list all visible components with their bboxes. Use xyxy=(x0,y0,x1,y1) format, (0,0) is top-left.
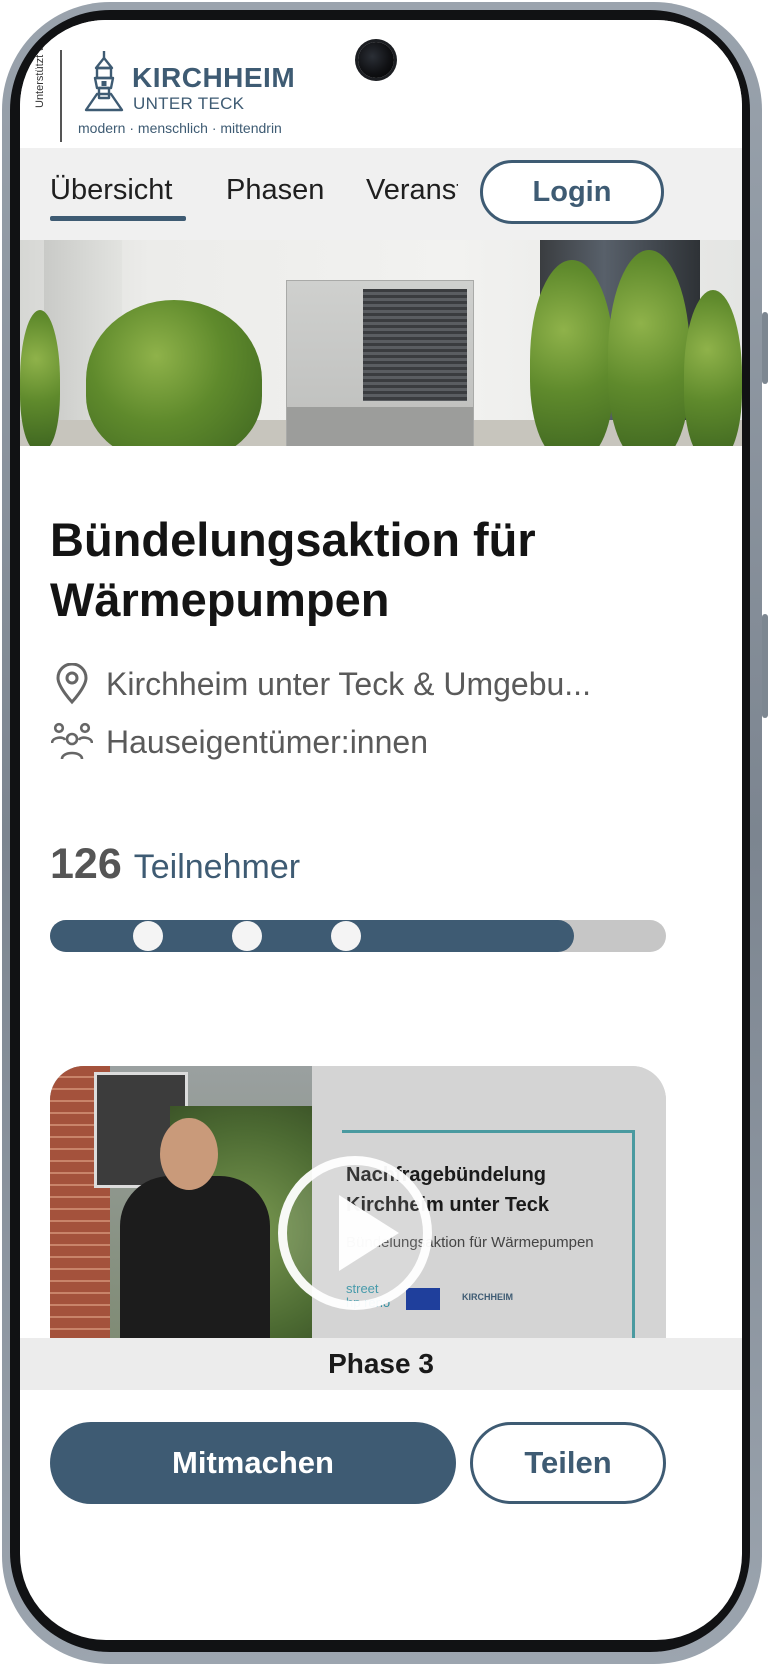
join-button[interactable]: Mitmachen xyxy=(50,1422,456,1504)
tab-phases[interactable]: Phasen xyxy=(226,174,324,207)
phase-marker xyxy=(133,921,163,951)
campaign-title: Bündelungsaktion für Wärmepumpen xyxy=(50,513,536,626)
tab-overview[interactable]: Übersicht xyxy=(50,174,173,207)
participants-count: 126 xyxy=(50,840,122,888)
bush-right-1 xyxy=(530,260,614,446)
map-pin-icon xyxy=(50,662,94,706)
login-button[interactable]: Login xyxy=(480,160,664,224)
location-row: Kirchheim unter Teck & Umgebu... xyxy=(50,662,591,706)
phase-label: Phase 3 xyxy=(20,1338,742,1390)
brand-tagline: modern · menschlich · mittendrin xyxy=(78,120,282,136)
slide-logo-kirchheim: KIRCHHEIM xyxy=(462,1292,513,1302)
heat-pump-grille xyxy=(363,289,467,401)
brand-name: KIRCHHEIM xyxy=(132,62,296,93)
video-photo xyxy=(50,1066,320,1356)
bush-left xyxy=(86,300,262,446)
video-person-head xyxy=(160,1118,218,1190)
volume-button xyxy=(762,312,768,384)
phone-frame: Unterstützt von KIRCHHEIM UNTER TECK mod… xyxy=(0,0,768,1670)
play-button[interactable] xyxy=(278,1156,432,1310)
brand-divider xyxy=(60,50,62,142)
participants-progress-bar xyxy=(50,920,666,952)
share-button[interactable]: Teilen xyxy=(470,1422,666,1504)
tab-bar: Übersicht Phasen Veranstaltungen Login xyxy=(20,148,742,240)
supported-by-label: Unterstützt von xyxy=(34,34,46,108)
location-text: Kirchheim unter Teck & Umgebu... xyxy=(106,665,591,702)
heat-pump-base xyxy=(287,407,473,446)
video-person-body xyxy=(120,1176,270,1356)
play-icon xyxy=(339,1195,399,1271)
audience-row: Hauseigentümer:innen xyxy=(50,720,428,764)
video-card[interactable]: Nachfragebündelung Kirchheim unter Teck … xyxy=(50,1066,666,1356)
front-camera xyxy=(358,42,394,78)
hero-image xyxy=(20,240,742,446)
brand-subname: UNTER TECK xyxy=(133,94,245,113)
power-button xyxy=(762,614,768,718)
people-group-icon xyxy=(50,720,94,764)
participants-label: Teilnehmer xyxy=(133,848,301,886)
tab-events-clip: Veranstaltungen xyxy=(366,168,458,218)
tab-active-indicator xyxy=(50,216,186,221)
bush-right-2 xyxy=(608,250,690,446)
bush-right-3 xyxy=(684,290,742,446)
tab-events[interactable]: Veranstaltungen xyxy=(366,174,458,207)
heat-pump-unit xyxy=(286,280,474,446)
participants-summary: 126 Teilnehmer xyxy=(50,840,300,889)
phase-marker xyxy=(232,921,262,951)
app-screen: Unterstützt von KIRCHHEIM UNTER TECK mod… xyxy=(20,20,742,1640)
eu-flag-icon xyxy=(406,1288,440,1310)
audience-text: Hauseigentümer:innen xyxy=(106,723,428,760)
brand-header: Unterstützt von KIRCHHEIM UNTER TECK mod… xyxy=(20,20,742,160)
phase-marker xyxy=(331,921,361,951)
bush-edge xyxy=(20,310,60,446)
church-tower-icon xyxy=(84,51,124,112)
progress-fill xyxy=(50,920,574,952)
